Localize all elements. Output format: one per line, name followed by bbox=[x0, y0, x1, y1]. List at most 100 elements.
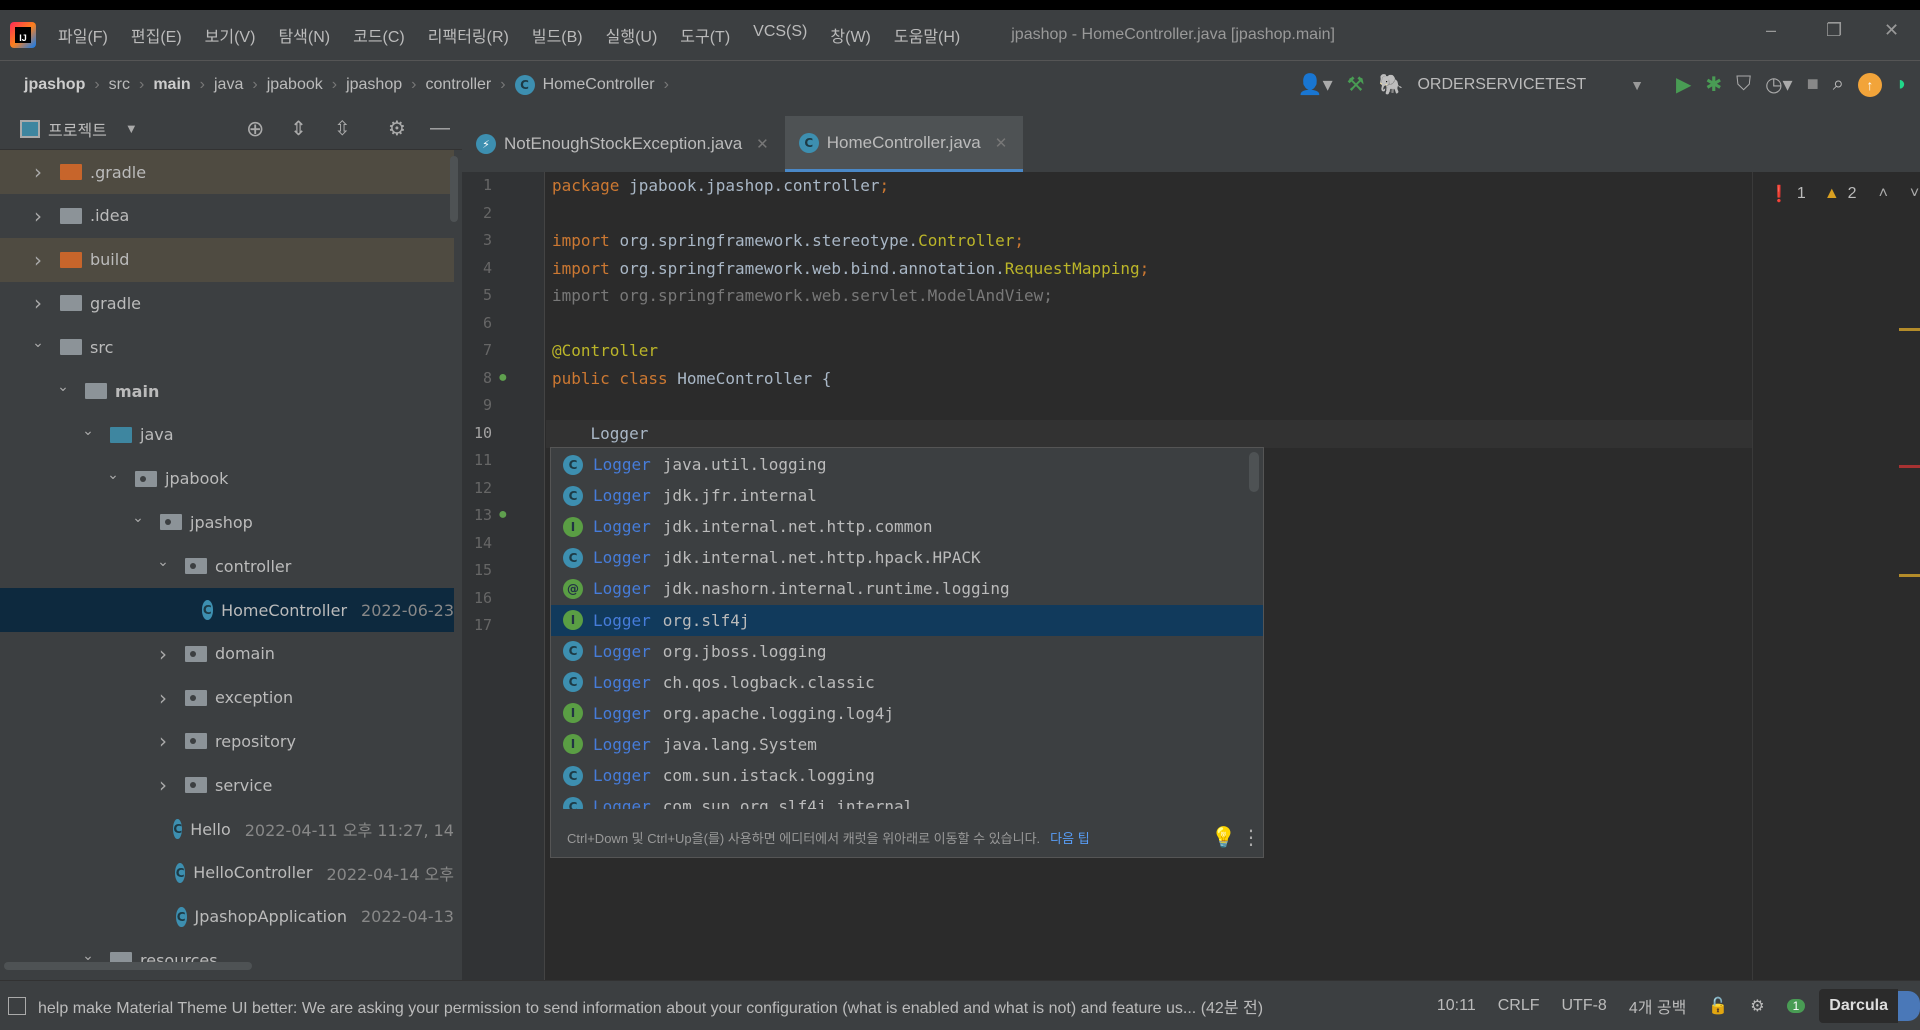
menu-item[interactable]: 편집(E) bbox=[131, 23, 182, 47]
tree-item[interactable]: ⌄ controller bbox=[0, 544, 454, 588]
close-icon[interactable]: ✕ bbox=[756, 135, 769, 153]
chevron-right-icon[interactable]: › bbox=[153, 773, 173, 797]
warning-marker[interactable] bbox=[1899, 328, 1920, 331]
tree-item[interactable]: C HomeController 2022-06-23 bbox=[0, 588, 454, 632]
debug-icon[interactable]: ✱ bbox=[1705, 72, 1722, 97]
restore-button[interactable]: ❐ bbox=[1826, 20, 1842, 41]
hide-icon[interactable]: — bbox=[430, 117, 450, 140]
tree-item[interactable]: › service bbox=[0, 763, 454, 807]
user-icon[interactable]: 👤▾ bbox=[1298, 72, 1333, 97]
warning-marker[interactable] bbox=[1899, 574, 1920, 577]
completion-item[interactable]: C Logger org.jboss.logging bbox=[551, 636, 1263, 667]
code-line[interactable]: import org.springframework.stereotype.Co… bbox=[552, 231, 1024, 250]
next-tip-link[interactable]: 다음 팁 bbox=[1050, 828, 1090, 847]
code-line[interactable]: public class HomeController { bbox=[552, 369, 831, 388]
minimize-button[interactable]: – bbox=[1766, 20, 1776, 41]
breadcrumb-item[interactable]: java bbox=[214, 76, 243, 94]
warning-icon[interactable]: ▲ bbox=[1824, 185, 1840, 203]
collapse-all-icon[interactable]: ⇳ bbox=[334, 116, 351, 141]
tree-item[interactable]: ⌄ src bbox=[0, 325, 454, 369]
next-highlight-icon[interactable]: ˅ bbox=[1910, 185, 1919, 203]
spring-bean-gutter-icon[interactable]: ● bbox=[498, 506, 508, 524]
profile-icon[interactable]: ◷▾ bbox=[1765, 72, 1793, 97]
tree-item[interactable]: › domain bbox=[0, 632, 454, 676]
breadcrumb-item[interactable]: jpashop bbox=[346, 76, 402, 94]
tree-item[interactable]: ⌄ jpashop bbox=[0, 500, 454, 544]
chevron-right-icon[interactable]: › bbox=[28, 160, 48, 184]
menu-item[interactable]: 코드(C) bbox=[353, 23, 405, 47]
build-hammer-icon[interactable]: ⚒ bbox=[1347, 72, 1365, 97]
chevron-right-icon[interactable]: › bbox=[153, 642, 173, 666]
project-title[interactable]: 프로젝트 bbox=[48, 117, 107, 141]
completion-item[interactable]: C Logger jdk.jfr.internal bbox=[551, 480, 1263, 511]
spring-bean-gutter-icon[interactable]: ● bbox=[498, 369, 508, 387]
code-line[interactable]: @Controller bbox=[552, 341, 658, 360]
completion-item[interactable]: I Logger jdk.internal.net.http.common bbox=[551, 511, 1263, 542]
chevron-right-icon[interactable]: › bbox=[28, 291, 48, 315]
popup-scrollbar[interactable] bbox=[1249, 452, 1259, 492]
chevron-down-icon[interactable]: ▼ bbox=[125, 121, 138, 136]
notifications-badge[interactable]: 1 bbox=[1786, 998, 1806, 1013]
completion-item[interactable]: C Logger com.sun.istack.logging bbox=[551, 760, 1263, 791]
code-line[interactable]: Logger bbox=[552, 424, 649, 443]
locate-icon[interactable]: ⊕ bbox=[246, 116, 264, 142]
menu-item[interactable]: 리팩터링(R) bbox=[428, 23, 509, 47]
stop-icon[interactable]: ■ bbox=[1807, 73, 1819, 96]
more-options-icon[interactable]: ⋮ bbox=[1241, 825, 1261, 850]
lock-icon[interactable]: 🔓 bbox=[1708, 996, 1728, 1016]
code-line[interactable]: import org.springframework.web.servlet.M… bbox=[552, 286, 1053, 305]
completion-item[interactable]: I Logger org.apache.logging.log4j bbox=[551, 698, 1263, 729]
completion-item[interactable]: @ Logger jdk.nashorn.internal.runtime.logg… bbox=[551, 573, 1263, 604]
warning-count[interactable]: 2 bbox=[1848, 185, 1857, 203]
menu-item[interactable]: 도구(T) bbox=[680, 23, 730, 47]
tab-file[interactable]: ⚡ NotEnoughStockException.java ✕ bbox=[462, 116, 785, 172]
breadcrumb-item[interactable]: controller bbox=[425, 76, 491, 94]
previous-highlight-icon[interactable]: ˄ bbox=[1879, 185, 1888, 203]
tree-item[interactable]: › .idea bbox=[0, 194, 454, 238]
breadcrumb-item[interactable]: src bbox=[109, 76, 130, 94]
close-icon[interactable]: ✕ bbox=[995, 134, 1008, 152]
intellij-logo-icon[interactable]: IJ bbox=[10, 22, 36, 48]
chevron-right-icon[interactable]: › bbox=[153, 686, 173, 710]
menu-item[interactable]: 실행(U) bbox=[606, 23, 658, 47]
close-button[interactable]: ✕ bbox=[1884, 20, 1899, 41]
chevron-down-icon[interactable]: ⌄ bbox=[103, 467, 123, 483]
code-line[interactable]: import org.springframework.web.bind.anno… bbox=[552, 259, 1149, 278]
tree-item[interactable]: ⌄ java bbox=[0, 413, 454, 457]
menu-item[interactable]: VCS(S) bbox=[753, 23, 807, 47]
menu-item[interactable]: 파일(F) bbox=[58, 23, 108, 47]
tab-active[interactable]: C HomeController.java ✕ bbox=[784, 116, 1024, 172]
line-separator[interactable]: CRLF bbox=[1498, 997, 1540, 1015]
tree-item[interactable]: › gradle bbox=[0, 281, 454, 325]
completion-item[interactable]: I Logger java.lang.System bbox=[551, 729, 1263, 760]
menu-item[interactable]: 빌드(B) bbox=[532, 23, 583, 47]
gear-icon[interactable]: ⚙ bbox=[388, 116, 406, 141]
tree-item[interactable]: ⌄ jpabook bbox=[0, 457, 454, 501]
chevron-down-icon[interactable]: ⌄ bbox=[28, 335, 48, 351]
tree-item[interactable]: ⌄ resources bbox=[0, 938, 454, 980]
chevron-down-icon[interactable]: ⌄ bbox=[128, 510, 148, 526]
tree-item[interactable]: C Hello 2022-04-11 오후 11:27, 14 bbox=[0, 807, 454, 851]
tool-windows-icon[interactable] bbox=[8, 996, 26, 1015]
run-config-select[interactable]: ORDERSERVICETEST bbox=[1417, 76, 1586, 94]
status-message[interactable]: help make Material Theme UI better: We a… bbox=[38, 994, 1437, 1018]
tree-item[interactable]: › repository bbox=[0, 719, 454, 763]
error-icon[interactable]: ❗ bbox=[1769, 184, 1789, 204]
search-icon[interactable]: ⌕ bbox=[1833, 73, 1844, 96]
error-marker[interactable] bbox=[1899, 465, 1920, 468]
tree-item[interactable]: › .gradle bbox=[0, 150, 454, 194]
chevron-right-icon[interactable]: › bbox=[28, 204, 48, 228]
completion-item[interactable]: C Logger jdk.internal.net.http.hpack.HPACK bbox=[551, 542, 1263, 573]
tree-item[interactable]: C JpashopApplication 2022-04-13 bbox=[0, 895, 454, 939]
completion-item[interactable]: I Logger org.slf4j bbox=[551, 604, 1263, 636]
completion-item[interactable]: C Logger java.util.logging bbox=[551, 449, 1263, 480]
error-count[interactable]: 1 bbox=[1797, 185, 1806, 203]
tree-item[interactable]: › build bbox=[0, 237, 454, 282]
indent-setting[interactable]: 4개 공백 bbox=[1629, 994, 1687, 1018]
breadcrumb-item[interactable]: HomeController bbox=[543, 76, 655, 94]
theme-switcher[interactable]: Darcula bbox=[1819, 988, 1898, 1023]
inspector-icon[interactable]: ⚙ bbox=[1750, 996, 1764, 1016]
tree-item[interactable]: › exception bbox=[0, 676, 454, 720]
horizontal-scrollbar[interactable] bbox=[4, 962, 252, 970]
code-with-me-icon[interactable]: ◗ bbox=[1896, 73, 1908, 96]
